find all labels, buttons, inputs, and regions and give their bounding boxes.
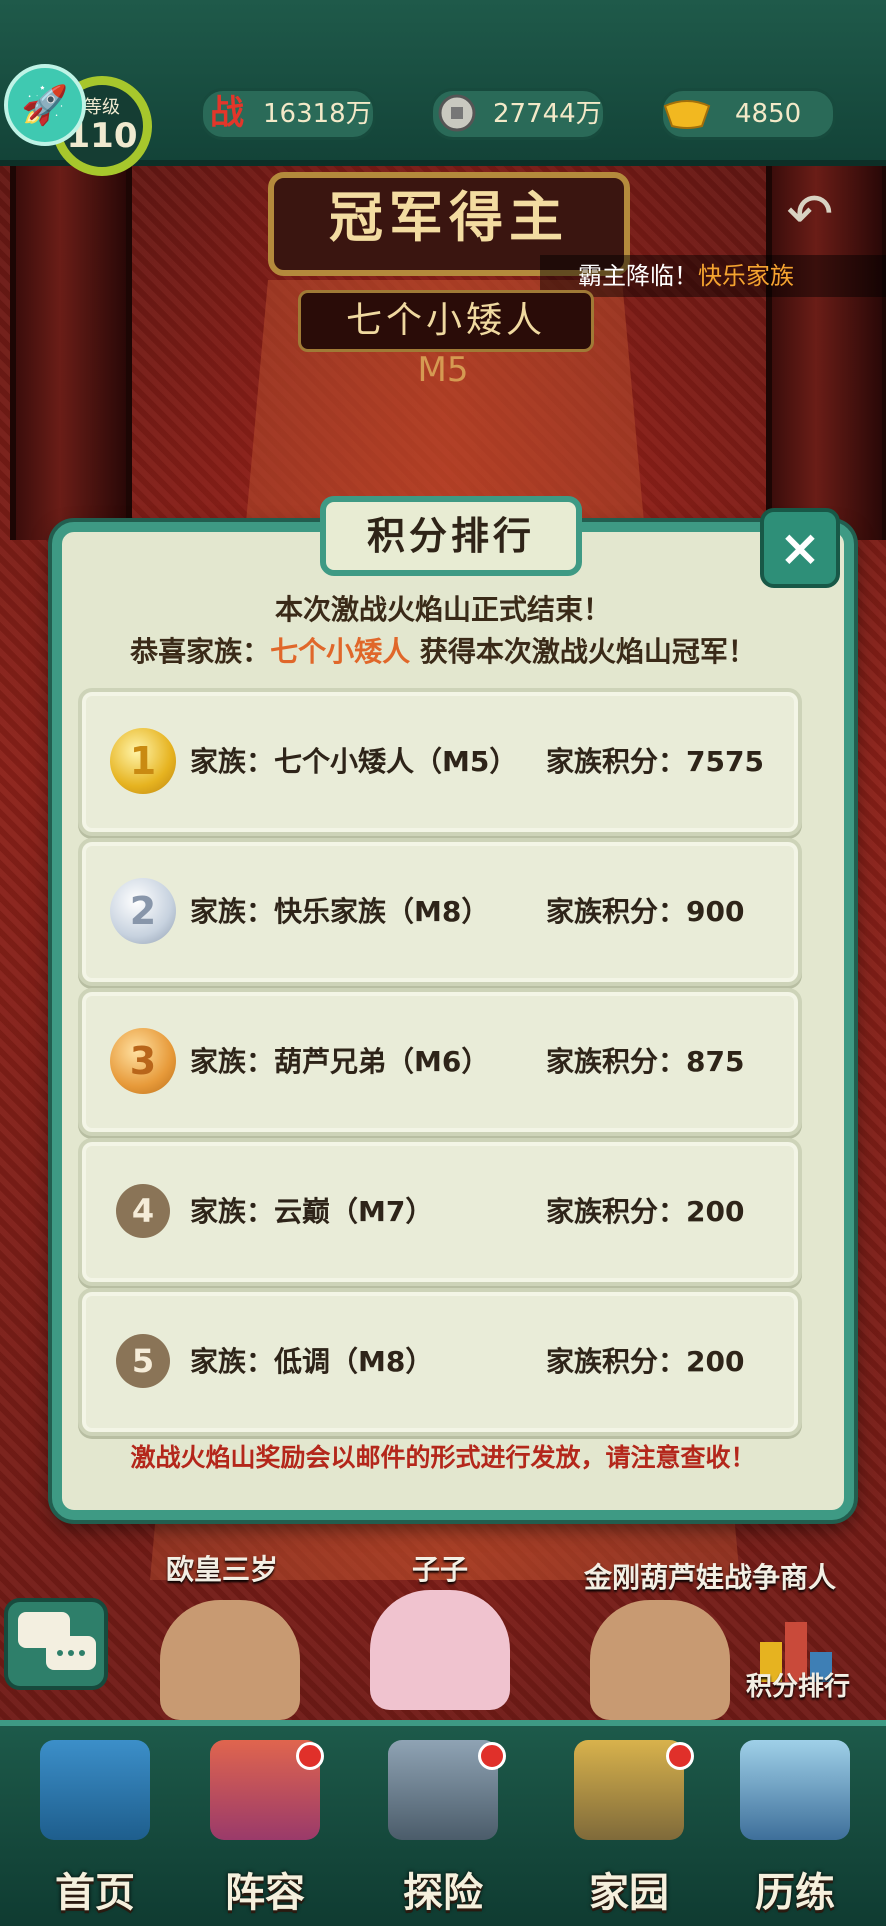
notification-dot (666, 1742, 694, 1770)
reward-footnote: 激战火焰山奖励会以邮件的形式进行发放，请注意查收！ (130, 1443, 756, 1472)
left-pillar (10, 160, 132, 540)
power-display: 战 16318万 (200, 88, 376, 140)
nav-home-label: 首页 (55, 1870, 135, 1916)
gold-ingot-icon (659, 85, 715, 141)
coin-display: 27744万 (430, 88, 606, 140)
notification-dot (296, 1742, 324, 1770)
congrats-message: 恭喜家族：七个小矮人 获得本次激战火焰山冠军！ (70, 630, 816, 670)
congrats-family-name: 七个小矮人 (270, 635, 411, 668)
nav-explore-label: 探险 (403, 1870, 483, 1916)
result-message: 本次激战火焰山正式结束！ (274, 593, 611, 626)
family-score: 家族积分：200 (546, 1195, 745, 1228)
npc-character-left[interactable] (160, 1600, 300, 1720)
coin-icon (429, 85, 485, 141)
family-score: 家族积分：7575 (546, 745, 764, 778)
family-score: 家族积分：200 (546, 1345, 745, 1378)
gold-medal-icon: 1 (110, 728, 176, 794)
family-score: 家族积分：875 (546, 1045, 745, 1078)
ranking-row: 1 家族：七个小矮人（M5） 家族积分：7575 (78, 688, 802, 836)
npc-label-center: 子子 (412, 1553, 469, 1586)
ranking-row: 3 家族：葫芦兄弟（M6） 家族积分：875 (78, 988, 802, 1136)
modal-title: 积分排行 (320, 496, 582, 576)
battle-power-icon: 战 (210, 93, 244, 133)
nav-training[interactable]: 历练 (720, 1740, 870, 1916)
gold-display: 4850 (660, 88, 836, 140)
family-score: 家族积分：900 (546, 895, 745, 928)
family-name: 家族：葫芦兄弟（M6） (190, 1045, 490, 1078)
npc-character-center[interactable] (370, 1590, 510, 1710)
rocket-icon[interactable]: 🚀 (4, 64, 86, 146)
nav-training-label: 历练 (755, 1870, 835, 1916)
close-icon[interactable]: × (760, 508, 840, 588)
nav-homestead-label: 家园 (589, 1870, 669, 1916)
nav-home[interactable]: 首页 (20, 1740, 170, 1916)
bronze-medal-icon: 3 (110, 1028, 176, 1094)
rank-number-badge: 5 (116, 1334, 170, 1388)
notification-dot (478, 1742, 506, 1770)
snow-mountain-icon (740, 1740, 850, 1840)
family-name: 家族：云巅（M7） (190, 1195, 434, 1228)
silver-medal-icon: 2 (110, 878, 176, 944)
gold-value: 4850 (735, 99, 802, 129)
family-name: 家族：低调（M8） (190, 1345, 434, 1378)
ranking-button-label[interactable]: 积分排行 (746, 1666, 850, 1703)
announcement-name: 快乐家族 (698, 262, 794, 290)
rank-number-badge: 4 (116, 1184, 170, 1238)
power-value: 16318万 (263, 99, 372, 129)
coin-value: 27744万 (493, 99, 602, 129)
npc-character-right[interactable] (590, 1600, 730, 1720)
family-name: 家族：七个小矮人（M5） (190, 745, 518, 778)
announcement-banner: 霸主降临！快乐家族 (540, 255, 886, 297)
nav-lineup-label: 阵容 (225, 1870, 305, 1916)
congrats-prefix: 恭喜家族： (130, 635, 271, 668)
npc-label-right: 金刚葫芦娃战争商人 (584, 1561, 837, 1594)
ranking-row: 2 家族：快乐家族（M8） 家族积分：900 (78, 838, 802, 986)
npc-label-left: 欧皇三岁 (166, 1553, 279, 1586)
ranking-row: 4 家族：云巅（M7） 家族积分：200 (78, 1138, 802, 1286)
family-name: 家族：快乐家族（M8） (190, 895, 490, 928)
gate-icon (40, 1740, 150, 1840)
back-arrow-icon[interactable]: ↶ (775, 185, 845, 245)
ranking-row: 5 家族：低调（M8） 家族积分：200 (78, 1288, 802, 1436)
congrats-suffix: 获得本次激战火焰山冠军！ (419, 635, 756, 668)
chat-bubble-icon[interactable] (4, 1598, 108, 1690)
champion-server: M5 (417, 350, 469, 390)
champion-name: 七个小矮人 (298, 290, 594, 352)
announcement-prefix: 霸主降临！ (578, 262, 698, 290)
